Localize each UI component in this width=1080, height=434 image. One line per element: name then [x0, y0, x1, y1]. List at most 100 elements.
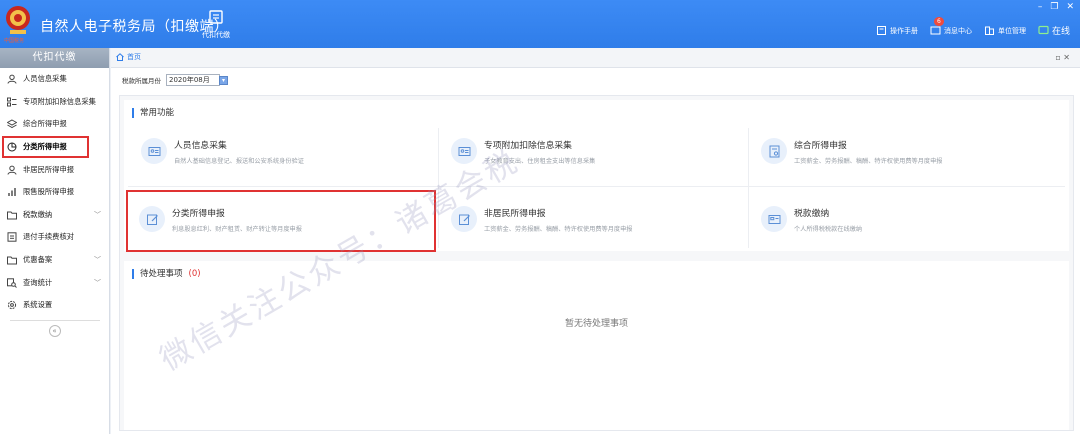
pending-title-label: 待处理事项 [140, 269, 183, 279]
messages-label: 消息中心 [943, 26, 972, 35]
chevron-down-icon: ﹀ [94, 210, 101, 219]
pending-empty-text: 暂无待处理事项 [564, 319, 628, 329]
card-title: 税款缴纳 [794, 209, 830, 219]
content-area: 常用功能 人员信息采集 自然人基础信息登记、报送和公安系统身份验证 专项附加扣除… [119, 95, 1074, 431]
calendar-dropdown-icon[interactable]: ▾ [219, 75, 228, 85]
online-status[interactable]: 在线 [1038, 24, 1070, 37]
sidebar-item-label: 综合所得申报 [23, 119, 67, 129]
divider [128, 186, 1065, 187]
sidebar-item-label: 人员信息采集 [23, 74, 67, 84]
tab-withholding[interactable]: 代扣代缴 [196, 10, 236, 46]
tab-controls: ▫ ✕ [1055, 53, 1070, 62]
payment-icon [761, 206, 787, 232]
tab-home-label: 首页 [127, 53, 141, 61]
list-icon [7, 97, 17, 107]
person-icon [7, 74, 17, 84]
period-input[interactable]: 2020年08月 [166, 74, 220, 86]
collapse-sidebar-icon[interactable]: « [48, 324, 61, 337]
sidebar-item-label: 专项附加扣除信息采集 [23, 96, 96, 106]
card-title: 非居民所得申报 [484, 209, 546, 219]
card-desc: 利息股息红利、财产租赁、财产转让等月度申报 [172, 226, 302, 233]
card-desc: 个人所得税税款在线缴纳 [794, 226, 863, 233]
home-icon [116, 53, 124, 61]
period-selector: 税款所属月份 2020年08月 ▾ [122, 74, 228, 86]
card-title: 综合所得申报 [794, 141, 847, 151]
gear-icon [7, 301, 17, 310]
sidebar-item-restricted-stock[interactable]: 限售股所得申报 [0, 181, 109, 204]
main-area: 首页 ▫ ✕ 税款所属月份 2020年08月 ▾ 常用功能 人员信息采集 自然人… [111, 48, 1080, 434]
message-badge: 6 [933, 17, 944, 26]
layers-icon [7, 119, 17, 129]
message-icon [930, 26, 941, 35]
folder-icon [7, 256, 17, 265]
divider [9, 319, 100, 321]
sidebar: 代扣代缴 人员信息采集 专项附加扣除信息采集 综合所得申报 分类所得申报 非居民… [0, 48, 110, 434]
card-desc: 自然人基础信息登记、报送和公安系统身份验证 [174, 158, 304, 165]
chevron-down-icon: ﹀ [94, 278, 101, 287]
card-desc: 子女教育支出、住房租金支出等信息采集 [484, 158, 596, 165]
card-desc: 工资薪金、劳务报酬、稿酬、特许权使用费等月度申报 [794, 158, 943, 165]
tax-emblem-icon [6, 6, 30, 34]
manual-button[interactable]: 操作手册 [876, 25, 918, 36]
sidebar-item-settings[interactable]: 系统设置 [0, 294, 109, 317]
edit-icon [139, 206, 165, 232]
pending-count: (0) [188, 269, 201, 279]
tab-withholding-label: 代扣代缴 [202, 31, 230, 39]
common-functions-panel: 常用功能 人员信息采集 自然人基础信息登记、报送和公安系统身份验证 专项附加扣除… [124, 100, 1069, 252]
online-label: 在线 [1051, 27, 1070, 37]
id-card-icon [451, 138, 477, 164]
card-title: 分类所得申报 [172, 209, 225, 219]
search-icon [7, 277, 17, 288]
sidebar-item-label: 非居民所得申报 [23, 164, 75, 174]
close-icon[interactable]: ✕ [1066, 2, 1074, 12]
window-controls: – ❐ ✕ [1038, 2, 1074, 12]
card-classified-income[interactable]: 分类所得申报 利息股息红利、财产租赁、财产转让等月度申报 [126, 190, 436, 252]
sidebar-item-label: 优惠备案 [23, 255, 53, 265]
sidebar-item-preferential[interactable]: 优惠备案 ﹀ [0, 249, 109, 272]
sidebar-heading: 代扣代缴 [0, 48, 109, 68]
sidebar-item-refund-fee[interactable]: 退付手续费核对 [0, 226, 109, 249]
tab-home[interactable]: 首页 [116, 52, 141, 62]
card-personnel-info[interactable]: 人员信息采集 自然人基础信息登记、报送和公安系统身份验证 [128, 122, 438, 184]
sidebar-item-label: 分类所得申报 [23, 142, 67, 152]
sidebar-item-nonresident[interactable]: 非居民所得申报 [0, 158, 109, 181]
sidebar-item-label: 系统设置 [23, 300, 53, 310]
withholding-icon [209, 10, 223, 24]
card-comprehensive-income[interactable]: 综合所得申报 工资薪金、劳务报酬、稿酬、特许权使用费等月度申报 [748, 122, 1058, 184]
restore-icon[interactable]: ❐ [1050, 2, 1058, 12]
sidebar-item-label: 退付手续费核对 [23, 232, 75, 242]
card-special-deduction[interactable]: 专项附加扣除信息采集 子女教育支出、住房租金支出等信息采集 [438, 122, 748, 184]
unit-management-button[interactable]: 单位管理 [984, 25, 1026, 36]
messages-button[interactable]: 6 消息中心 [930, 17, 972, 36]
report-icon [761, 138, 787, 164]
restore-tab-icon[interactable]: ▫ [1055, 53, 1060, 62]
close-tab-icon[interactable]: ✕ [1063, 53, 1070, 62]
card-nonresident-income[interactable]: 非居民所得申报 工资薪金、劳务报酬、稿酬、特许权使用费等月度申报 [438, 190, 748, 252]
doc-icon [7, 232, 17, 243]
sidebar-item-label: 税款缴纳 [23, 209, 53, 219]
card-desc: 工资薪金、劳务报酬、稿酬、特许权使用费等月度申报 [484, 226, 633, 233]
sidebar-item-label: 限售股所得申报 [23, 187, 75, 197]
sidebar-item-tax-payment[interactable]: 税款缴纳 ﹀ [0, 204, 109, 227]
folder-icon [7, 211, 17, 220]
building-icon [984, 26, 994, 35]
card-title: 专项附加扣除信息采集 [484, 141, 572, 151]
pending-panel: 待处理事项 (0) 暂无待处理事项 [124, 261, 1069, 430]
chevron-down-icon: ﹀ [94, 256, 101, 265]
sidebar-item-comprehensive[interactable]: 综合所得申报 [0, 113, 109, 136]
book-icon [876, 26, 886, 35]
tab-bar: 首页 ▫ ✕ [111, 48, 1080, 68]
chat-icon [1038, 25, 1049, 35]
manual-label: 操作手册 [889, 26, 918, 35]
pie-icon [7, 142, 17, 152]
sidebar-item-query[interactable]: 查询统计 ﹀ [0, 271, 109, 294]
id-card-icon [141, 138, 167, 164]
sidebar-item-special-deduction[interactable]: 专项附加扣除信息采集 [0, 91, 109, 114]
sidebar-item-classified[interactable]: 分类所得申报 [2, 135, 89, 159]
minimize-icon[interactable]: – [1038, 2, 1043, 12]
sidebar-item-label: 查询统计 [23, 277, 53, 287]
sidebar-item-personnel[interactable]: 人员信息采集 [0, 68, 109, 91]
common-functions-title: 常用功能 [132, 108, 174, 118]
bars-icon [8, 188, 16, 197]
card-tax-payment[interactable]: 税款缴纳 个人所得税税款在线缴纳 [748, 190, 1058, 252]
